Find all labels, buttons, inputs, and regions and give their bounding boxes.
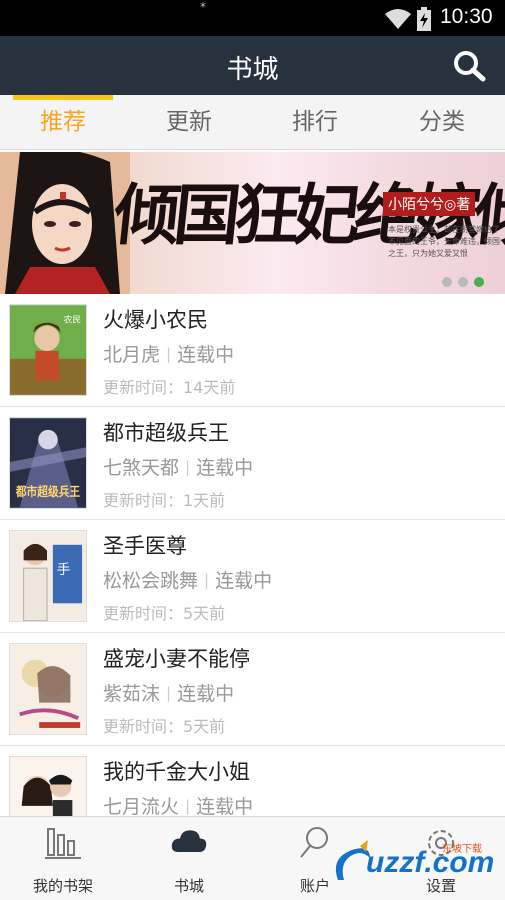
- nav-bookshelf[interactable]: 我的书架: [0, 817, 126, 900]
- nav-label: 我的书架: [32, 877, 93, 895]
- book-status: 连载中: [177, 344, 235, 366]
- book-updated: 更新时间：5天前: [103, 604, 226, 623]
- book-updated: 更新时间：14天前: [103, 378, 236, 397]
- svg-text:手: 手: [57, 562, 71, 578]
- book-title: 盛宠小妻不能停: [103, 647, 250, 671]
- pager-dot[interactable]: [442, 277, 452, 287]
- category-tabs: 推荐 更新 排行 分类: [0, 95, 505, 150]
- book-updated: 更新时间：1天前: [103, 491, 226, 510]
- book-title: 都市超级兵王: [103, 421, 229, 445]
- cover-title: 都市超级兵王: [15, 484, 80, 499]
- tab-recommend[interactable]: 推荐: [3, 95, 123, 150]
- book-meta: 七月流火 | 连载中: [103, 792, 253, 816]
- book-meta: 北月虎 | 连载中: [103, 340, 234, 367]
- book-author: 七月流火: [103, 796, 180, 816]
- wifi-icon: [385, 9, 411, 29]
- banner-portrait-illustration: [0, 152, 130, 294]
- page-title: 书城: [226, 55, 279, 85]
- nav-label: 书城: [173, 877, 204, 895]
- battery-charging-icon: [417, 7, 431, 31]
- meta-separator: |: [166, 345, 172, 363]
- book-cover: [9, 756, 87, 816]
- book-item[interactable]: 农民 火爆小农民 北月虎 | 连载中 更新时间：14天前: [0, 294, 505, 407]
- meta-separator: |: [204, 571, 210, 589]
- tab-indicator: [13, 95, 113, 100]
- book-status: 连载中: [177, 683, 235, 705]
- pager-dot-active[interactable]: [474, 277, 484, 287]
- banner-blurb: 本是权贵公主，却在朝堂嫁给了不见面的王爷，天命难违，倾国之王，只为她又爱又恨: [388, 225, 500, 258]
- book-item[interactable]: 盛宠小妻不能停 紫茹沫 | 连载中 更新时间：5天前: [0, 633, 505, 746]
- banner-author-tag: 小陌兮兮◎著: [383, 192, 476, 216]
- tab-updates[interactable]: 更新: [129, 95, 249, 150]
- book-list: 农民 火爆小农民 北月虎 | 连载中 更新时间：14天前 都市超级兵王 都市超级兵王…: [0, 294, 505, 816]
- search-icon[interactable]: [452, 50, 486, 82]
- nav-bookstore[interactable]: 书城: [126, 817, 252, 900]
- book-item[interactable]: 手 圣手医尊 松松会跳舞 | 连载中 更新时间：5天前: [0, 520, 505, 633]
- book-author: 紫茹沫: [103, 683, 161, 705]
- book-cover: 农民: [9, 304, 87, 396]
- book-cover: 手: [9, 530, 87, 622]
- bookshelf-icon: [45, 828, 81, 859]
- book-cover: [9, 643, 87, 735]
- book-cover: 都市超级兵王: [9, 417, 87, 509]
- book-author: 北月虎: [103, 344, 161, 366]
- book-item[interactable]: 我的千金大小姐 七月流火 | 连载中: [0, 746, 505, 816]
- watermark-text: uzzf.com: [366, 846, 495, 879]
- banner-pager: [436, 272, 484, 291]
- book-meta: 七煞天都 | 连载中: [103, 453, 253, 480]
- tab-ranking[interactable]: 排行: [255, 95, 375, 150]
- book-meta: 紫茹沫 | 连载中: [103, 679, 234, 706]
- book-title: 火爆小农民: [103, 308, 208, 332]
- notification-indicator: *: [200, 0, 206, 14]
- watermark-logo: 东坡下载 uzzf.com: [330, 836, 500, 892]
- clock: 10:30: [440, 5, 493, 28]
- meta-separator: |: [185, 458, 191, 476]
- book-title: 我的千金大小姐: [103, 760, 250, 784]
- pager-dot[interactable]: [458, 277, 468, 287]
- tab-categories[interactable]: 分类: [382, 95, 502, 150]
- svg-text:农民: 农民: [64, 314, 82, 326]
- book-title: 圣手医尊: [103, 534, 187, 558]
- book-updated: 更新时间：5天前: [103, 717, 226, 736]
- book-status: 连载中: [196, 457, 254, 479]
- promo-banner[interactable]: 倾国狂妃绝嫁倾王 小陌兮兮◎著 本是权贵公主，却在朝堂嫁给了不见面的王爷，天命难…: [0, 152, 505, 294]
- book-meta: 松松会跳舞 | 连载中: [103, 566, 272, 593]
- meta-separator: |: [185, 797, 191, 815]
- book-status: 连载中: [196, 796, 254, 816]
- book-author: 松松会跳舞: [103, 570, 199, 592]
- app-header: 书城: [0, 36, 505, 95]
- user-icon: [300, 827, 328, 858]
- meta-separator: |: [166, 684, 172, 702]
- cloud-icon: [171, 830, 207, 852]
- status-bar: * 10:30: [0, 0, 505, 36]
- book-status: 连载中: [215, 570, 273, 592]
- book-author: 七煞天都: [103, 457, 180, 479]
- book-item[interactable]: 都市超级兵王 都市超级兵王 七煞天都 | 连载中 更新时间：1天前: [0, 407, 505, 520]
